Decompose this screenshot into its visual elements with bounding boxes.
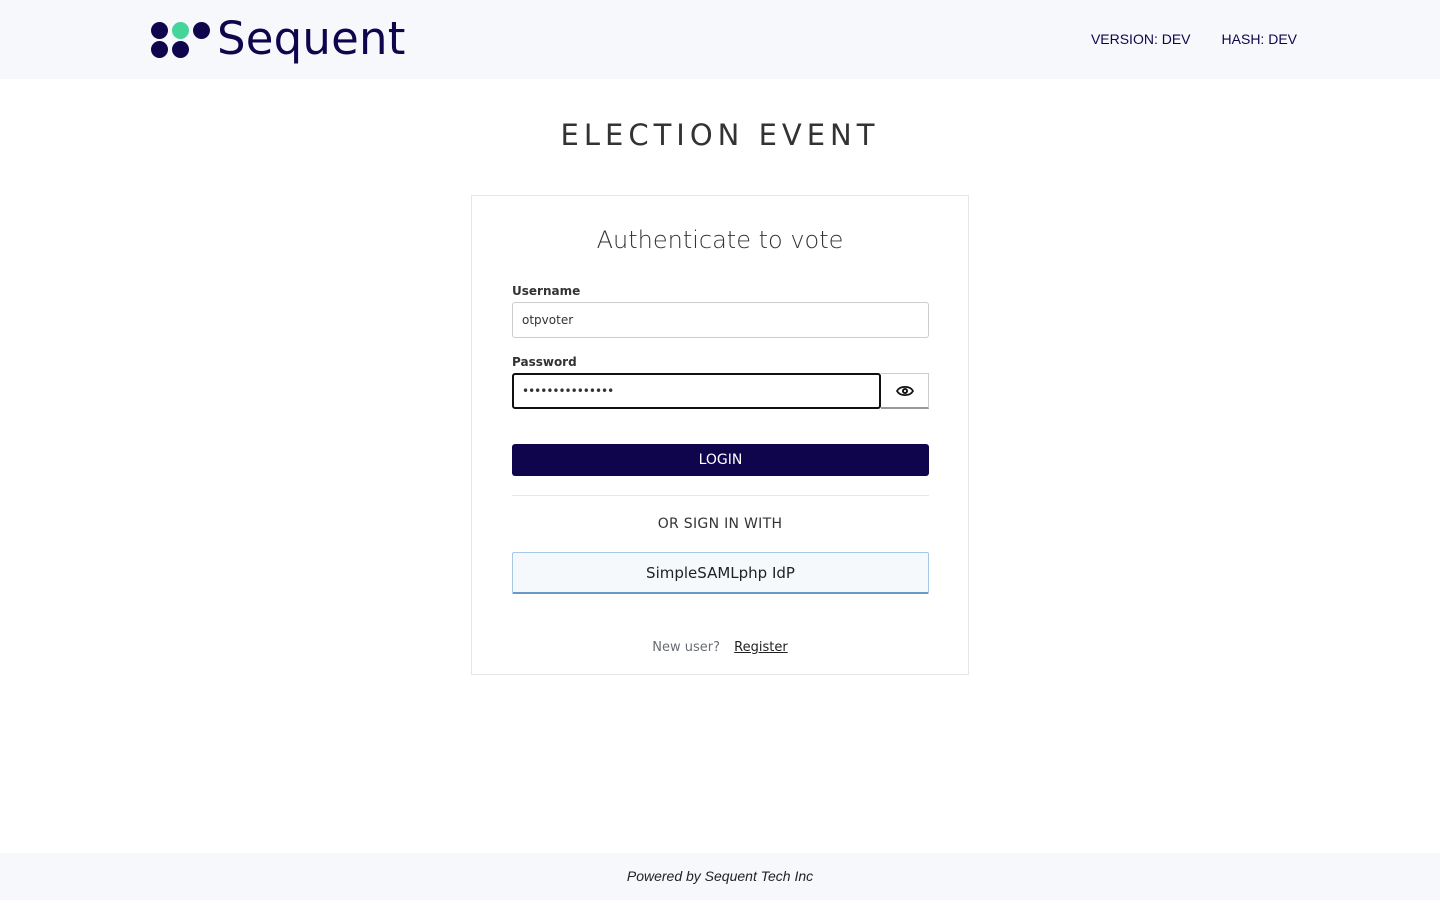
show-password-button[interactable] bbox=[881, 373, 929, 409]
page-title: ELECTION EVENT bbox=[560, 118, 880, 152]
card-title: Authenticate to vote bbox=[596, 226, 844, 254]
logo-text: Sequent bbox=[217, 11, 406, 65]
version-label: VERSION: DEV bbox=[1090, 31, 1191, 47]
login-button[interactable]: LOGIN bbox=[512, 444, 929, 476]
divider bbox=[512, 495, 929, 496]
top-header: Sequent VERSION: DEV HASH: DEV bbox=[0, 0, 1440, 79]
hash-label: HASH: DEV bbox=[1221, 31, 1297, 47]
password-label: Password bbox=[512, 355, 577, 369]
register-link[interactable]: Register bbox=[734, 640, 788, 655]
password-input[interactable] bbox=[512, 373, 881, 409]
username-input[interactable] bbox=[512, 302, 929, 338]
or-sign-in-with-label: OR SIGN IN WITH bbox=[657, 516, 783, 532]
footer: Powered by Sequent Tech Inc bbox=[0, 853, 1440, 900]
eye-icon bbox=[895, 385, 914, 396]
new-user-text: New user? bbox=[652, 640, 721, 655]
powered-by-text: Powered by Sequent Tech Inc bbox=[626, 868, 814, 884]
build-info: VERSION: DEV HASH: DEV bbox=[1091, 31, 1297, 47]
sequent-logo[interactable]: Sequent bbox=[151, 15, 406, 65]
username-label: Username bbox=[512, 284, 581, 298]
login-card: Authenticate to vote Username Password L… bbox=[471, 195, 969, 675]
register-row: New user? Register bbox=[472, 640, 968, 655]
logo-dots-icon bbox=[151, 21, 211, 59]
simplesamlphp-idp-button[interactable]: SimpleSAMLphp IdP bbox=[512, 552, 929, 594]
